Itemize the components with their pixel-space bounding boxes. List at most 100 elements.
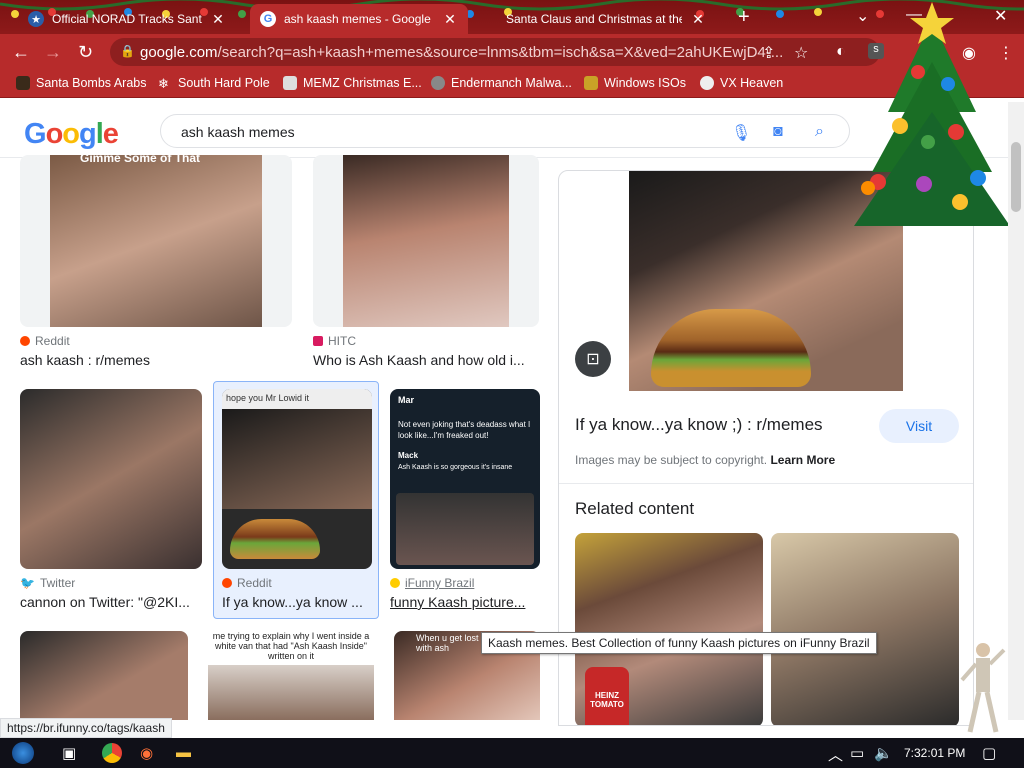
source-label: iFunny Brazil — [405, 576, 475, 590]
file-explorer-icon[interactable]: ▬ — [176, 744, 191, 761]
bookmark-santa-bombs[interactable]: Santa Bombs Arabs — [16, 76, 146, 90]
result-image-1[interactable]: Gimme Some of That — [20, 155, 292, 327]
learn-more-link[interactable]: Learn More — [770, 453, 835, 467]
visit-button[interactable]: Visit — [879, 409, 959, 443]
related-image-2[interactable] — [771, 533, 959, 725]
norad-favicon-icon: ★ — [28, 11, 44, 27]
hitc-icon — [313, 336, 323, 346]
status-bar-url: https://br.ifunny.co/tags/kaash — [0, 718, 172, 738]
bookmark-label: Windows ISOs — [604, 76, 686, 90]
bookmark-south-hard-pole[interactable]: ❄ South Hard Pole — [158, 76, 270, 91]
related-image-1[interactable]: HEINZ TOMATO — [575, 533, 763, 725]
extension-flag-icon[interactable]: ◐ — [836, 43, 846, 61]
reddit-icon — [222, 578, 232, 588]
google-logo[interactable]: Google — [24, 118, 119, 151]
tweet-text: Not even joking that's deadass what I lo… — [398, 420, 531, 440]
link-tooltip: Kaash memes. Best Collection of funny Ka… — [481, 632, 877, 654]
result-image-2[interactable] — [313, 155, 539, 327]
copyright-notice: Images may be subject to copyright. Lear… — [575, 453, 835, 467]
tab-norad[interactable]: ★ Official NORAD Tracks Santa ✕ — [18, 4, 236, 34]
close-tab-icon[interactable]: ✕ — [690, 11, 706, 28]
bookmark-windows-isos[interactable]: Windows ISOs — [584, 76, 686, 90]
tray-chevron-up-icon[interactable]: ︿ — [828, 744, 843, 765]
result-image-6[interactable] — [20, 631, 188, 720]
search-input[interactable] — [181, 121, 701, 143]
notifications-icon[interactable]: ▢ — [982, 744, 996, 762]
result-caption[interactable]: Who is Ash Kaash and how old i... — [313, 352, 535, 368]
tweet-reply-author: Mack — [398, 451, 419, 460]
voice-search-mic-icon[interactable]: 🎙 — [731, 123, 751, 143]
result-image-4[interactable]: hope you Mr Lowid it — [222, 389, 372, 569]
source-label: HITC — [328, 334, 356, 348]
bookmark-label: VX Heaven — [720, 76, 784, 90]
task-view-icon[interactable]: ▣ — [62, 744, 76, 762]
close-tab-icon[interactable]: ✕ — [210, 11, 226, 28]
volume-icon[interactable]: 🔈 — [874, 744, 893, 762]
bookmark-star-icon[interactable]: ☆ — [794, 43, 808, 63]
result-source: 🐦 Twitter — [20, 576, 75, 590]
image-overlay-text: hope you Mr Lowid it — [222, 389, 372, 409]
scrollbar-thumb[interactable] — [1011, 142, 1021, 212]
share-icon[interactable]: ⇪ — [762, 43, 775, 63]
result-image-7[interactable]: me trying to explain why I went inside a… — [208, 631, 374, 720]
santa-icon — [16, 76, 30, 90]
bookmark-vx-heaven[interactable]: VX Heaven — [700, 76, 783, 90]
image-overlay-text: me trying to explain why I went inside a… — [212, 631, 370, 661]
result-source: iFunny Brazil — [390, 576, 474, 590]
bookmark-memz[interactable]: MEMZ Christmas E... — [283, 76, 422, 90]
snowflake-icon: ❄ — [158, 76, 169, 91]
photo-placeholder — [50, 155, 262, 327]
url-path: /search?q=ash+kaash+memes&source=lnms&tb… — [217, 43, 784, 61]
google-lens-icon[interactable]: ⊡ — [575, 341, 611, 377]
related-content-heading: Related content — [575, 499, 695, 518]
result-source: Reddit — [222, 576, 272, 590]
result-caption[interactable]: If ya know...ya know ... — [222, 594, 372, 610]
bookmark-label: South Hard Pole — [178, 76, 270, 90]
burger-shape — [230, 519, 320, 559]
page-scrollbar[interactable] — [1008, 102, 1024, 720]
dancing-figure-decoration — [960, 643, 1006, 733]
tweet-embedded-video — [396, 493, 534, 565]
result-caption[interactable]: funny Kaash picture... — [390, 594, 540, 610]
tweet-reply-text: Ash Kaash is so gorgeous it's insane — [398, 464, 513, 471]
tab-title: Official NORAD Tracks Santa — [52, 12, 202, 26]
chrome-taskbar-icon[interactable] — [102, 743, 122, 763]
tab-google-search[interactable]: G ash kaash memes - Google Search ✕ — [250, 4, 468, 34]
close-tab-icon[interactable]: ✕ — [442, 11, 458, 28]
memz-icon — [283, 76, 297, 90]
photo-placeholder — [343, 155, 509, 327]
vx-heaven-icon — [700, 76, 714, 90]
result-source: HITC — [313, 334, 356, 348]
reddit-icon — [20, 336, 30, 346]
source-label: Reddit — [35, 334, 70, 348]
forward-arrow-icon[interactable]: → — [44, 42, 62, 62]
result-caption[interactable]: cannon on Twitter: "@2KI... — [20, 594, 200, 610]
start-button-icon[interactable] — [12, 742, 34, 764]
result-image-3[interactable] — [20, 389, 202, 569]
result-caption[interactable]: ash kaash : r/memes — [20, 352, 290, 368]
photo-placeholder — [222, 409, 372, 509]
reload-icon[interactable]: ↻ — [78, 42, 93, 62]
lens-camera-icon[interactable]: ◙ — [773, 123, 783, 141]
result-source: Reddit — [20, 334, 70, 348]
back-arrow-icon[interactable]: ← — [12, 42, 30, 62]
ifunny-icon — [390, 578, 400, 588]
tab-santa-claus[interactable]: Santa Claus and Christmas at the ✕ — [496, 4, 716, 34]
taskbar-clock[interactable]: 7:32:01 PM — [904, 746, 965, 760]
source-label: Reddit — [237, 576, 272, 590]
firefox-taskbar-icon[interactable]: ◉ — [140, 744, 153, 762]
windows-taskbar: ▣ ◉ ▬ ︿ ▭ 🔈 7:32:01 PM ▢ — [0, 738, 1024, 768]
image-overlay-text: Gimme Some of That — [80, 155, 201, 165]
twitter-bird-icon: 🐦 — [20, 576, 35, 590]
new-tab-plus-icon[interactable]: + — [738, 6, 750, 29]
endermanch-icon — [431, 76, 445, 90]
network-icon[interactable]: ▭ — [850, 744, 864, 762]
tweet-author: Mar — [398, 395, 415, 405]
search-magnifier-icon[interactable]: ⌕ — [815, 123, 824, 141]
tab-title: Santa Claus and Christmas at the — [506, 12, 682, 26]
preview-title[interactable]: If ya know...ya know ;) : r/memes — [575, 415, 823, 435]
result-image-5[interactable]: Mar Not even joking that's deadass what … — [390, 389, 540, 569]
bookmark-endermanch[interactable]: Endermanch Malwa... — [431, 76, 572, 90]
bookmark-label: MEMZ Christmas E... — [303, 76, 422, 90]
url-host: google.com — [140, 43, 218, 61]
